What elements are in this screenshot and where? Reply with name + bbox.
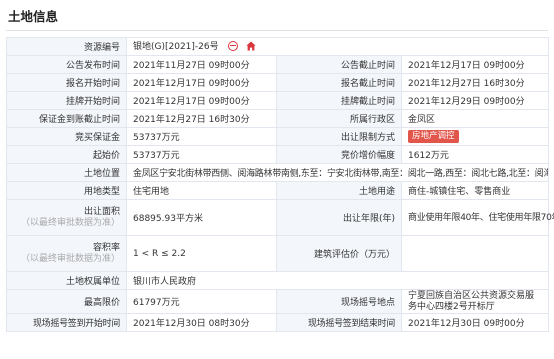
title-divider [6, 30, 548, 31]
table-row: 现场摇号签到开始时间 2021年12月30日 08时30分 现场摇号签到结束时间… [6, 313, 550, 332]
label-land-use: 土地用途 [276, 181, 402, 200]
label-notice-publish: 公告发布时间 [6, 55, 127, 74]
value-notice-publish: 2021年11月27日 09时00分 [126, 55, 277, 74]
plot-ratio-note: （以最终审批数据为准） [20, 253, 120, 264]
table-row: 土地权属单位 银川市人民政府 [6, 271, 550, 290]
label-lottery-signin-end: 现场摇号签到结束时间 [276, 313, 402, 332]
label-signup-start: 报名开始时间 [6, 73, 127, 92]
restriction-tag: 房地产调控 [408, 130, 459, 143]
label-max-price: 最高限价 [6, 289, 127, 314]
section-title: 土地信息 [8, 9, 59, 24]
value-land-type: 住宅用地 [126, 181, 277, 200]
label-district: 所属行政区 [276, 109, 402, 128]
value-land-use: 商住-城镇住宅、零售商业 [400, 181, 550, 200]
label-transfer-area: 出让面积 （以最终审批数据为准） [6, 199, 127, 236]
label-transfer-restriction: 出让限制方式 [276, 127, 402, 146]
label-resource-no: 资源编号 [6, 37, 127, 56]
table-row: 报名开始时间 2021年12月17日 09时00分 报名截止时间 2021年12… [6, 73, 550, 92]
value-bid-increment: 1612万元 [400, 145, 550, 164]
value-bid-deposit: 53737万元 [126, 127, 277, 146]
transfer-area-label-text: 出让面积 [83, 206, 120, 217]
land-info-panel: 土地信息 资源编号 银地(G)[2021]-26号 公告发布时间 2021年11… [0, 0, 554, 332]
value-building-valuation [400, 235, 550, 272]
value-resource-no: 银地(G)[2021]-26号 [125, 37, 550, 56]
value-signup-end: 2021年12月27日 16时30分 [400, 73, 550, 92]
table-row: 挂牌开始时间 2021年12月17日 09时00分 挂牌截止时间 2021年12… [6, 91, 550, 110]
value-listing-end: 2021年12月29日 09时00分 [400, 91, 550, 110]
table-row: 土地位置 金凤区宁安北街林带西侧、阅海路林带南侧,东至：宁安北街林带,南至：阅北… [6, 163, 550, 182]
value-transfer-area: 68895.93平方米 [126, 199, 277, 236]
table-row: 竞买保证金 53737万元 出让限制方式 房地产调控 [6, 127, 550, 146]
label-listing-end: 挂牌截止时间 [276, 91, 402, 110]
label-land-owner: 土地权属单位 [6, 271, 127, 290]
value-lottery-signin-end: 2021年12月30日 09时00分 [400, 313, 550, 332]
label-deposit-deadline: 保证金到账截止时间 [6, 109, 127, 128]
label-signup-end: 报名截止时间 [276, 73, 402, 92]
label-land-location: 土地位置 [6, 163, 127, 182]
value-deposit-deadline: 2021年12月27日 16时30分 [126, 109, 277, 128]
stop-icon[interactable] [227, 41, 238, 51]
table-row: 最高限价 61797万元 现场摇号地点 宁夏回族自治区公共资源交易服务中心四楼2… [6, 289, 550, 314]
label-notice-end: 公告截止时间 [276, 55, 402, 74]
label-transfer-years: 出让年限(年) [276, 199, 402, 236]
label-lottery-signin-start: 现场摇号签到开始时间 [6, 313, 127, 332]
home-icon[interactable] [246, 41, 256, 54]
value-listing-start: 2021年12月17日 09时00分 [126, 91, 277, 110]
label-bid-deposit: 竞买保证金 [6, 127, 127, 146]
value-lottery-signin-start: 2021年12月30日 08时30分 [126, 313, 277, 332]
table-row: 出让面积 （以最终审批数据为准） 68895.93平方米 出让年限(年) 商业使… [6, 199, 554, 236]
label-start-price: 起始价 [6, 145, 127, 164]
value-plot-ratio: 1 < R ≤ 2.2 [126, 235, 277, 272]
value-transfer-restriction: 房地产调控 [400, 127, 550, 146]
table-row: 资源编号 银地(G)[2021]-26号 [6, 37, 550, 56]
label-building-valuation: 建筑评估价（万元） [276, 235, 402, 272]
label-land-type: 用地类型 [6, 181, 127, 200]
table-row: 容积率 （以最终审批数据为准） 1 < R ≤ 2.2 建筑评估价（万元） [6, 235, 550, 272]
table-row: 用地类型 住宅用地 土地用途 商住-城镇住宅、零售商业 [6, 181, 550, 200]
label-bid-increment: 竞价增价幅度 [276, 145, 402, 164]
value-notice-end: 2021年12月17日 09时00分 [400, 55, 550, 74]
label-plot-ratio: 容积率 （以最终审批数据为准） [6, 235, 127, 272]
value-land-location: 金凤区宁安北街林带西侧、阅海路林带南侧,东至：宁安北街林带,南至：阅北一路,西至… [125, 163, 550, 182]
value-transfer-years: 商业使用年限40年、住宅使用年限70年 [400, 199, 554, 236]
label-listing-start: 挂牌开始时间 [6, 91, 127, 110]
value-lottery-location: 宁夏回族自治区公共资源交易服务中心四楼2号开标厅 [400, 289, 550, 314]
value-max-price: 61797万元 [126, 289, 277, 314]
transfer-area-note: （以最终审批数据为准） [20, 217, 120, 228]
value-district: 金凤区 [400, 109, 550, 128]
value-land-owner: 银川市人民政府 [125, 271, 550, 290]
table-row: 起始价 53737万元 竞价增价幅度 1612万元 [6, 145, 550, 164]
value-signup-start: 2021年12月17日 09时00分 [126, 73, 277, 92]
resource-no-text: 银地(G)[2021]-26号 [133, 42, 219, 52]
table-row: 保证金到账截止时间 2021年12月27日 16时30分 所属行政区 金凤区 [6, 109, 550, 128]
plot-ratio-label-text: 容积率 [92, 242, 120, 253]
table-row: 公告发布时间 2021年11月27日 09时00分 公告截止时间 2021年12… [6, 55, 550, 74]
land-info-table: 资源编号 银地(G)[2021]-26号 公告发布时间 2021年11月27日 … [6, 37, 554, 332]
value-start-price: 53737万元 [126, 145, 277, 164]
label-lottery-location: 现场摇号地点 [276, 289, 402, 314]
